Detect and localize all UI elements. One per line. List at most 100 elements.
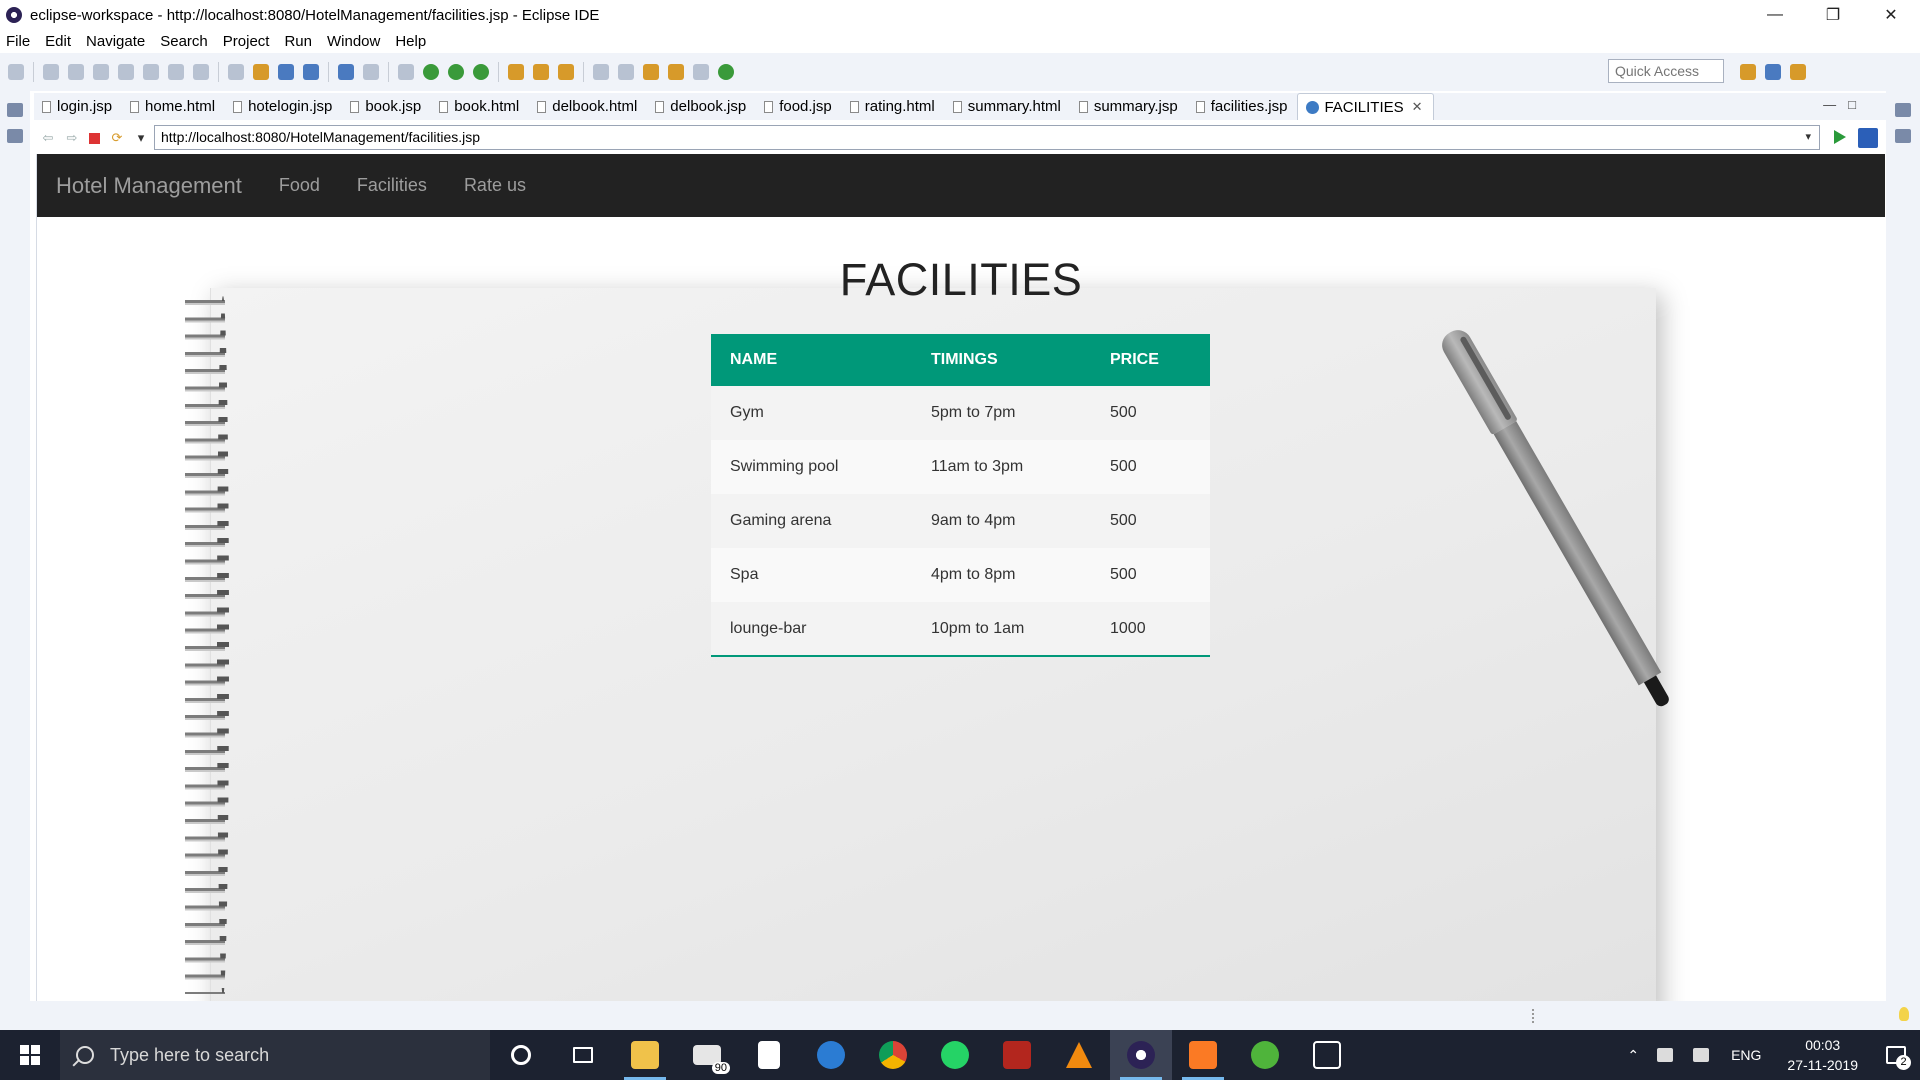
battery-icon[interactable] (1657, 1048, 1674, 1062)
game-app-icon[interactable] (986, 1030, 1048, 1080)
nav-link-facilities[interactable]: Facilities (357, 175, 427, 196)
whatsapp-icon[interactable] (924, 1030, 986, 1080)
minimized-view-icon[interactable] (1895, 129, 1911, 143)
suspend-icon[interactable] (68, 64, 84, 80)
tab-facilities-browser[interactable]: FACILITIES ✕ (1297, 93, 1434, 120)
back-arrow-icon[interactable]: ⇦ (41, 130, 55, 145)
tab-food-jsp[interactable]: food.jsp (756, 93, 842, 120)
tab-hotelogin-jsp[interactable]: hotelogin.jsp (225, 93, 342, 120)
taskbar-search[interactable]: Type here to search (60, 1030, 490, 1080)
system-tray: ⌃ ENG 00:03 27-11-2019 2 (1619, 1030, 1920, 1080)
nav-link-rate-us[interactable]: Rate us (464, 175, 526, 196)
run-icon[interactable] (423, 64, 439, 80)
menu-window[interactable]: Window (327, 33, 380, 50)
external-tools-icon[interactable] (363, 64, 379, 80)
clock[interactable]: 00:03 27-11-2019 (1787, 1035, 1858, 1075)
minimize-button[interactable]: — (1746, 0, 1804, 30)
chevron-up-icon[interactable]: ⌃ (1627, 1047, 1639, 1064)
menu-edit[interactable]: Edit (45, 33, 71, 50)
step-into-icon[interactable] (143, 64, 159, 80)
menu-file[interactable]: File (6, 33, 30, 50)
editor-view-controls[interactable]: —□ (1823, 97, 1868, 112)
language-indicator[interactable]: ENG (1731, 1047, 1761, 1063)
forward-icon[interactable] (693, 64, 709, 80)
disconnect-icon[interactable] (118, 64, 134, 80)
java-ee-perspective-icon[interactable] (1765, 64, 1781, 80)
store-icon[interactable] (738, 1030, 800, 1080)
open-perspective-icon[interactable] (1740, 64, 1756, 80)
tab-login-jsp[interactable]: login.jsp (34, 93, 122, 120)
select-tool-icon[interactable] (8, 64, 24, 80)
quick-access-input[interactable] (1608, 59, 1724, 83)
debug-perspective-icon[interactable] (1790, 64, 1806, 80)
cortana-icon[interactable] (490, 1030, 552, 1080)
restore-button[interactable]: ❐ (1804, 0, 1862, 30)
globe-icon[interactable] (338, 64, 354, 80)
resume-icon[interactable] (43, 64, 59, 80)
task-view-icon[interactable] (552, 1030, 614, 1080)
next-annotation-icon[interactable] (593, 64, 609, 80)
stop-icon[interactable] (89, 132, 100, 144)
sync-icon[interactable] (303, 64, 319, 80)
vlc-icon[interactable] (1048, 1030, 1110, 1080)
chevron-down-icon[interactable]: ▾ (134, 130, 148, 145)
mail-icon[interactable]: 90 (676, 1030, 738, 1080)
site-brand-link[interactable]: Hotel Management (56, 173, 242, 199)
file-explorer-icon[interactable] (614, 1030, 676, 1080)
tip-bulb-icon[interactable] (1899, 1007, 1909, 1021)
close-button[interactable]: ✕ (1862, 0, 1920, 30)
last-edit-icon[interactable] (643, 64, 659, 80)
tab-book-html[interactable]: book.html (431, 93, 529, 120)
file-icon (130, 100, 140, 113)
prev-annotation-icon[interactable] (618, 64, 634, 80)
step-over-icon[interactable] (168, 64, 184, 80)
chrome-icon[interactable] (862, 1030, 924, 1080)
tab-rating-html[interactable]: rating.html (842, 93, 945, 120)
new-icon[interactable] (228, 64, 244, 80)
coverage-icon[interactable] (448, 64, 464, 80)
edge-icon[interactable] (800, 1030, 862, 1080)
back-icon[interactable] (668, 64, 684, 80)
search-tool-icon[interactable] (558, 64, 574, 80)
terminate-icon[interactable] (93, 64, 109, 80)
go-icon[interactable] (1834, 130, 1846, 144)
refresh-icon[interactable]: ⟳ (110, 130, 124, 145)
publish-icon[interactable] (278, 64, 294, 80)
menu-run[interactable]: Run (284, 33, 312, 50)
menu-project[interactable]: Project (223, 33, 270, 50)
open-external-browser-icon[interactable] (1858, 128, 1878, 148)
menu-navigate[interactable]: Navigate (86, 33, 145, 50)
minimized-view-icon[interactable] (7, 129, 23, 143)
debug-icon[interactable] (398, 64, 414, 80)
tab-delbook-jsp[interactable]: delbook.jsp (647, 93, 756, 120)
tab-home-html[interactable]: home.html (122, 93, 225, 120)
open-resource-icon[interactable] (533, 64, 549, 80)
utorrent-icon[interactable] (1234, 1030, 1296, 1080)
chevron-down-icon[interactable]: ▾ (1805, 130, 1811, 143)
restore-view-icon[interactable] (1895, 103, 1911, 117)
menu-help[interactable]: Help (395, 33, 426, 50)
pin-editor-icon[interactable] (718, 64, 734, 80)
wifi-icon[interactable] (1693, 1048, 1710, 1062)
xampp-icon[interactable] (1172, 1030, 1234, 1080)
tab-summary-html[interactable]: summary.html (945, 93, 1071, 120)
status-resize-handle[interactable] (1532, 1009, 1534, 1023)
photos-icon[interactable] (1296, 1030, 1358, 1080)
server-icon[interactable] (253, 64, 269, 80)
eclipse-taskbar-icon[interactable] (1110, 1030, 1172, 1080)
tab-facilities-jsp[interactable]: facilities.jsp (1188, 93, 1298, 120)
tab-summary-jsp[interactable]: summary.jsp (1071, 93, 1188, 120)
open-type-icon[interactable] (508, 64, 524, 80)
forward-arrow-icon[interactable]: ⇨ (65, 130, 79, 145)
restore-view-icon[interactable] (7, 103, 23, 117)
tab-book-jsp[interactable]: book.jsp (342, 93, 431, 120)
profile-icon[interactable] (473, 64, 489, 80)
menu-search[interactable]: Search (160, 33, 208, 50)
tab-delbook-html[interactable]: delbook.html (529, 93, 647, 120)
step-return-icon[interactable] (193, 64, 209, 80)
action-center-button[interactable]: 2 (1872, 1030, 1920, 1080)
close-tab-icon[interactable]: ✕ (1412, 99, 1423, 115)
nav-link-food[interactable]: Food (279, 175, 320, 196)
start-button[interactable] (0, 1030, 60, 1080)
url-input[interactable]: http://localhost:8080/HotelManagement/fa… (154, 125, 1820, 150)
